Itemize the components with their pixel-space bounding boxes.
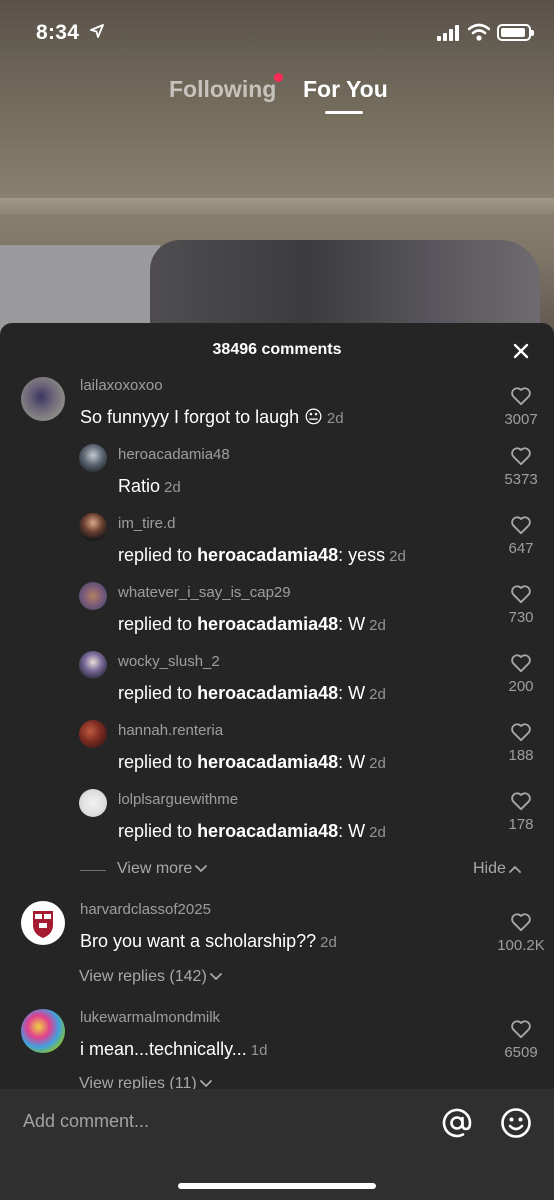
view-replies-button[interactable]: View replies (142): [79, 968, 222, 986]
like-count: 200: [508, 678, 534, 695]
like-button[interactable]: 188: [491, 722, 551, 764]
reply-text[interactable]: replied to heroacadamia48: W 2d: [118, 752, 386, 773]
wifi-icon: [468, 23, 490, 41]
heart-icon: [511, 792, 531, 811]
video-ledge: [0, 198, 554, 214]
chevron-down-icon: [209, 972, 222, 980]
tab-for-you[interactable]: For You: [303, 76, 388, 103]
reply-username[interactable]: lolplsarguewithme: [118, 791, 238, 808]
reply-text[interactable]: replied to heroacadamia48: W 2d: [118, 821, 386, 842]
comment-username[interactable]: lukewarmalmondmilk: [80, 1009, 220, 1026]
reply-text[interactable]: Ratio 2d: [118, 476, 181, 497]
heart-icon: [511, 447, 531, 466]
emoji-icon[interactable]: [500, 1107, 532, 1139]
like-count: 178: [508, 816, 534, 833]
heart-icon: [511, 913, 531, 932]
like-button[interactable]: 5373: [491, 446, 551, 488]
notification-dot: [274, 73, 283, 82]
reply-username[interactable]: heroacadamia48: [118, 446, 230, 463]
comment-text[interactable]: So funnyyy I forgot to laugh 😐 2d: [80, 407, 344, 428]
avatar[interactable]: [79, 789, 107, 817]
reply-time: 2d: [164, 479, 181, 496]
avatar[interactable]: [79, 720, 107, 748]
reply-username[interactable]: im_tire.d: [118, 515, 176, 532]
status-bar: 8:34: [0, 0, 554, 66]
reply-time: 2d: [369, 617, 386, 634]
reply-time: 2d: [369, 755, 386, 772]
heart-icon: [511, 654, 531, 673]
avatar[interactable]: [21, 1009, 65, 1053]
location-arrow-icon: [90, 24, 104, 38]
avatar[interactable]: [21, 377, 65, 421]
crest-icon: [33, 911, 53, 938]
reply-username[interactable]: hannah.renteria: [118, 722, 223, 739]
avatar[interactable]: [79, 444, 107, 472]
home-indicator[interactable]: [178, 1183, 376, 1189]
reply-time: 2d: [369, 824, 386, 841]
chevron-down-icon: [195, 864, 208, 872]
mention-icon[interactable]: [441, 1107, 473, 1139]
status-time: 8:34: [36, 21, 80, 44]
hide-button[interactable]: Hide: [473, 860, 521, 878]
like-count: 100.2K: [497, 937, 545, 954]
comment-text[interactable]: i mean...technically... 1d: [80, 1039, 267, 1060]
comment-username[interactable]: harvardclassof2025: [80, 901, 211, 918]
comment-text[interactable]: Bro you want a scholarship?? 2d: [80, 931, 337, 952]
comment-time: 2d: [320, 934, 337, 951]
chevron-up-icon: [509, 865, 521, 873]
like-button[interactable]: 647: [491, 515, 551, 557]
comments-sheet: 38496 comments lailaxoxoxoo So funnyyy I…: [0, 323, 554, 1200]
reply-username[interactable]: wocky_slush_2: [118, 653, 220, 670]
avatar[interactable]: [79, 582, 107, 610]
reply-time: 2d: [389, 548, 406, 565]
add-comment-input[interactable]: Add comment...: [23, 1111, 149, 1132]
view-more-button[interactable]: View more: [117, 860, 208, 878]
reply-text[interactable]: replied to heroacadamia48: W 2d: [118, 614, 386, 635]
like-button[interactable]: 730: [491, 584, 551, 626]
avatar[interactable]: [79, 651, 107, 679]
chevron-down-icon: [199, 1079, 212, 1087]
like-button[interactable]: 6509: [491, 1019, 551, 1061]
like-count: 647: [508, 540, 534, 557]
like-button[interactable]: 100.2K: [491, 912, 551, 954]
like-button[interactable]: 3007: [491, 386, 551, 428]
avatar[interactable]: [79, 513, 107, 541]
heart-icon: [511, 1020, 531, 1039]
like-count: 188: [508, 747, 534, 764]
heart-icon: [511, 723, 531, 742]
heart-icon: [511, 585, 531, 604]
like-count: 6509: [504, 1044, 538, 1061]
comment-time: 2d: [326, 410, 344, 427]
cellular-signal-icon: [437, 25, 459, 41]
battery-icon: [497, 24, 534, 41]
reply-username[interactable]: whatever_i_say_is_cap29: [118, 584, 291, 601]
like-count: 3007: [504, 411, 538, 428]
like-count: 730: [508, 609, 534, 626]
comments-count-title: 38496 comments: [212, 341, 342, 358]
reply-time: 2d: [369, 686, 386, 703]
like-count: 5373: [504, 471, 538, 488]
reply-text[interactable]: replied to heroacadamia48: yess 2d: [118, 545, 406, 566]
divider: [80, 870, 106, 871]
close-icon[interactable]: [511, 341, 531, 361]
heart-icon: [511, 387, 531, 406]
like-button[interactable]: 178: [491, 791, 551, 833]
thread-controls: View more Hide: [0, 859, 554, 881]
comment-username[interactable]: lailaxoxoxoo: [80, 377, 163, 394]
comment-time: 1d: [250, 1042, 268, 1059]
tab-following[interactable]: Following: [169, 76, 276, 103]
avatar[interactable]: [21, 901, 65, 945]
reply-text[interactable]: replied to heroacadamia48: W 2d: [118, 683, 386, 704]
tab-active-indicator: [325, 111, 363, 114]
like-button[interactable]: 200: [491, 653, 551, 695]
heart-icon: [511, 516, 531, 535]
